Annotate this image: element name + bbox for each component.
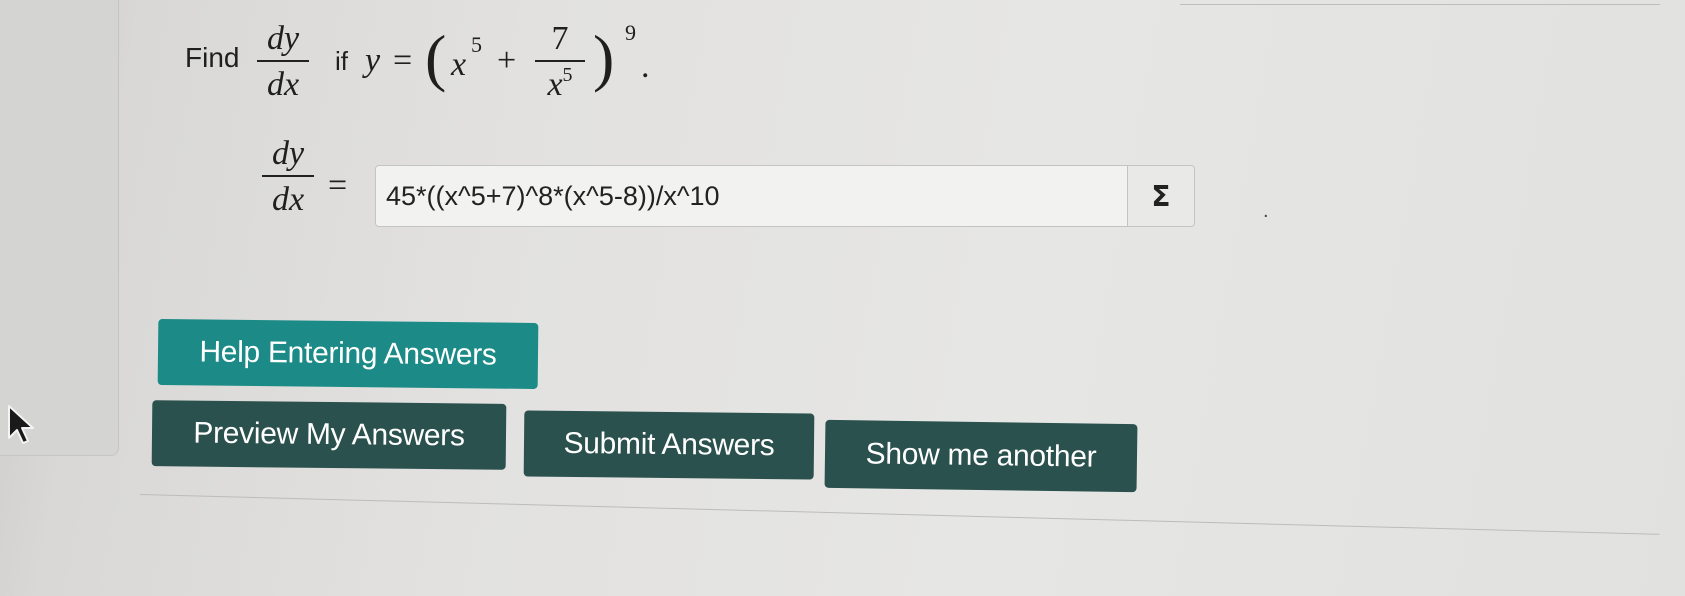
answer-equals-sign: = [328,167,348,204]
top-divider [1180,4,1660,5]
show-another-button[interactable]: Show me another [824,419,1138,493]
submit-button-label: Submit Answers [563,426,775,463]
help-button-label: Help Entering Answers [199,335,497,372]
question-prompt: Find dy dx if y = ( x 5 + 7 x5 ) 9 . [185,20,1385,112]
preview-button-label: Preview My Answers [193,416,465,453]
answer-derivative-denominator: dx [271,181,305,218]
close-paren: ) [593,22,615,93]
derivative-denominator: dx [266,66,300,103]
left-panel [0,0,119,456]
fraction-bar [257,60,309,62]
x-exponent: 5 [471,32,482,57]
fraction-bar [262,175,314,177]
seven-over-x5-fraction: 7 x5 [535,22,585,106]
fraction-numerator: 7 [551,20,569,57]
sigma-icon: Σ [1151,179,1171,213]
answer-period: . [1263,200,1269,222]
fraction-denominator-base: x [547,66,563,103]
derivative-fraction: dy dx [257,22,309,102]
derivative-numerator: dy [266,20,300,57]
show-another-button-label: Show me another [865,437,1097,474]
plus-sign: + [497,42,517,79]
fraction-denominator-exponent: 5 [562,64,573,86]
x-base: x [451,46,467,83]
outer-exponent: 9 [625,20,636,45]
y-variable: y [365,42,381,79]
open-paren: ( [425,22,447,93]
preview-answers-button[interactable]: Preview My Answers [151,400,507,470]
if-label: if [335,46,348,76]
mouse-pointer-icon [8,405,34,444]
fraction-denominator: x5 [535,64,585,106]
fraction-bar [535,60,585,62]
answer-derivative-fraction: dy dx [262,137,314,217]
help-entering-answers-button[interactable]: Help Entering Answers [157,319,539,389]
answer-input[interactable] [386,176,1116,216]
answer-derivative-numerator: dy [271,135,305,172]
equals-sign: = [393,42,413,79]
find-label: Find [185,42,240,73]
question-period: . [641,48,650,85]
submit-answers-button[interactable]: Submit Answers [523,410,815,480]
bottom-divider [139,494,1660,535]
answer-field: Σ [375,165,1195,227]
equation-editor-button[interactable]: Σ [1127,166,1194,226]
